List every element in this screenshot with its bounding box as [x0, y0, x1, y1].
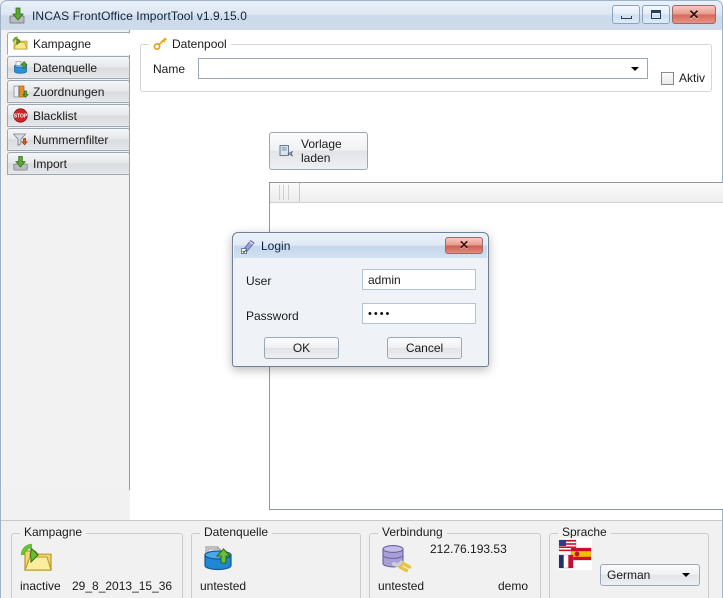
login-dialog: Login ✕ User admin Password •••• OK Canc…	[232, 232, 489, 367]
ok-button[interactable]: OK	[264, 337, 339, 359]
user-input[interactable]: admin	[362, 269, 476, 290]
password-input[interactable]: ••••	[362, 303, 476, 324]
sidebar-item-nummernfilter[interactable]: Nummernfilter	[7, 128, 130, 151]
folder-refresh-icon	[12, 35, 29, 52]
sidebar-item-kampagne[interactable]: Kampagne	[7, 32, 131, 55]
close-button[interactable]: ✕	[672, 5, 716, 24]
status-bar: Kampagne inactive 29_8_2013_15_36 Datenq…	[1, 520, 722, 598]
grid-corner-cell[interactable]	[270, 183, 300, 202]
password-input-value: ••••	[368, 307, 392, 320]
verbindung-address: 212.76.193.53	[430, 542, 507, 556]
sidebar-item-label: Import	[33, 156, 68, 171]
funnel-filter-icon	[12, 131, 29, 148]
kampagne-group-title: Kampagne	[20, 525, 87, 539]
close-icon: ✕	[688, 7, 700, 22]
stop-sign-icon: STOP	[12, 107, 29, 124]
status-group-verbindung: Verbindung 212.76.193.53 untested demo	[369, 525, 541, 598]
key-icon	[153, 36, 168, 51]
kampagne-state: inactive	[20, 579, 61, 593]
sidebar-item-label: Nummernfilter	[33, 132, 109, 147]
kampagne-value: 29_8_2013_15_36	[72, 579, 173, 593]
green-download-arrow-icon	[8, 7, 26, 25]
name-label: Name	[153, 62, 186, 76]
maximize-button[interactable]	[642, 5, 670, 24]
maximize-icon	[651, 10, 661, 19]
status-group-sprache: Sprache German	[549, 525, 709, 598]
checkbox-box-icon	[661, 71, 674, 85]
user-label: User	[246, 274, 272, 288]
template-load-icon	[278, 143, 295, 160]
sidebar-item-datenquelle[interactable]: Datenquelle	[7, 56, 130, 79]
datenpool-title-text: Datenpool	[172, 36, 227, 51]
login-dialog-titlebar: Login ✕	[234, 234, 487, 258]
sidebar-item-import[interactable]: Import	[7, 152, 130, 175]
user-input-value: admin	[368, 272, 401, 287]
sidebar-item-label: Kampagne	[33, 36, 92, 51]
verbindung-state: untested	[378, 579, 425, 593]
window-controls: ✕	[612, 5, 716, 24]
login-dialog-title: Login	[261, 239, 291, 253]
status-group-datenquelle: Datenquelle untested	[191, 525, 361, 598]
flags-icon	[558, 538, 592, 570]
verbindung-value: demo	[498, 579, 529, 593]
vorlage-laden-label: Vorlage laden	[301, 137, 342, 165]
aktiv-label: Aktiv	[679, 71, 706, 85]
application-window: INCAS FrontOffice ImportTool v1.9.15.0 ✕	[0, 0, 723, 598]
sidebar-item-label: Zuordnungen	[33, 84, 105, 99]
datenpool-name-combobox[interactable]	[198, 58, 648, 79]
title-bar: INCAS FrontOffice ImportTool v1.9.15.0 ✕	[1, 1, 722, 30]
svg-text:STOP: STOP	[14, 114, 28, 120]
cancel-button[interactable]: Cancel	[387, 337, 462, 359]
sprache-selected-value: German	[607, 568, 651, 582]
datenpool-groupbox: Datenpool Name Aktiv	[140, 36, 712, 92]
sprache-combobox[interactable]: German	[600, 564, 700, 586]
column-mapping-icon	[12, 83, 29, 100]
grid-header-row	[270, 183, 723, 203]
login-dialog-body: User admin Password •••• OK Cancel	[234, 258, 487, 365]
aktiv-checkbox[interactable]: Aktiv	[661, 71, 705, 85]
password-label: Password	[246, 309, 299, 323]
chevron-down-icon	[682, 573, 690, 577]
verbindung-group-title: Verbindung	[378, 525, 447, 539]
minimize-icon	[620, 15, 632, 19]
database-plug-icon	[378, 540, 414, 576]
sprache-group-title: Sprache	[558, 525, 611, 539]
datenquelle-state: untested	[200, 579, 247, 593]
folder-refresh-icon	[20, 540, 56, 576]
database-upload-icon	[200, 540, 236, 576]
sidebar-item-blacklist[interactable]: STOP Blacklist	[7, 104, 130, 127]
sidebar-item-label: Blacklist	[33, 108, 78, 123]
window-title: INCAS FrontOffice ImportTool v1.9.15.0	[32, 8, 248, 23]
datenquelle-group-title: Datenquelle	[200, 525, 273, 539]
sidebar-item-label: Datenquelle	[33, 60, 98, 75]
grid-column-divider	[283, 185, 284, 200]
import-arrow-icon	[12, 155, 29, 172]
minimize-button[interactable]	[612, 5, 640, 24]
sidebar-tabstrip: Kampagne Datenquelle Zuordnungen STOP Bl…	[1, 30, 131, 490]
login-dialog-close-button[interactable]: ✕	[445, 237, 483, 254]
status-group-kampagne: Kampagne inactive 29_8_2013_15_36	[11, 525, 183, 598]
chevron-down-icon	[631, 66, 639, 71]
database-upload-icon	[12, 59, 29, 76]
vorlage-laden-button[interactable]: Vorlage laden	[269, 132, 368, 170]
sidebar-item-zuordnungen[interactable]: Zuordnungen	[7, 80, 130, 103]
close-icon: ✕	[458, 238, 470, 252]
login-key-icon	[240, 238, 256, 254]
datenpool-group-title: Datenpool	[149, 36, 231, 51]
